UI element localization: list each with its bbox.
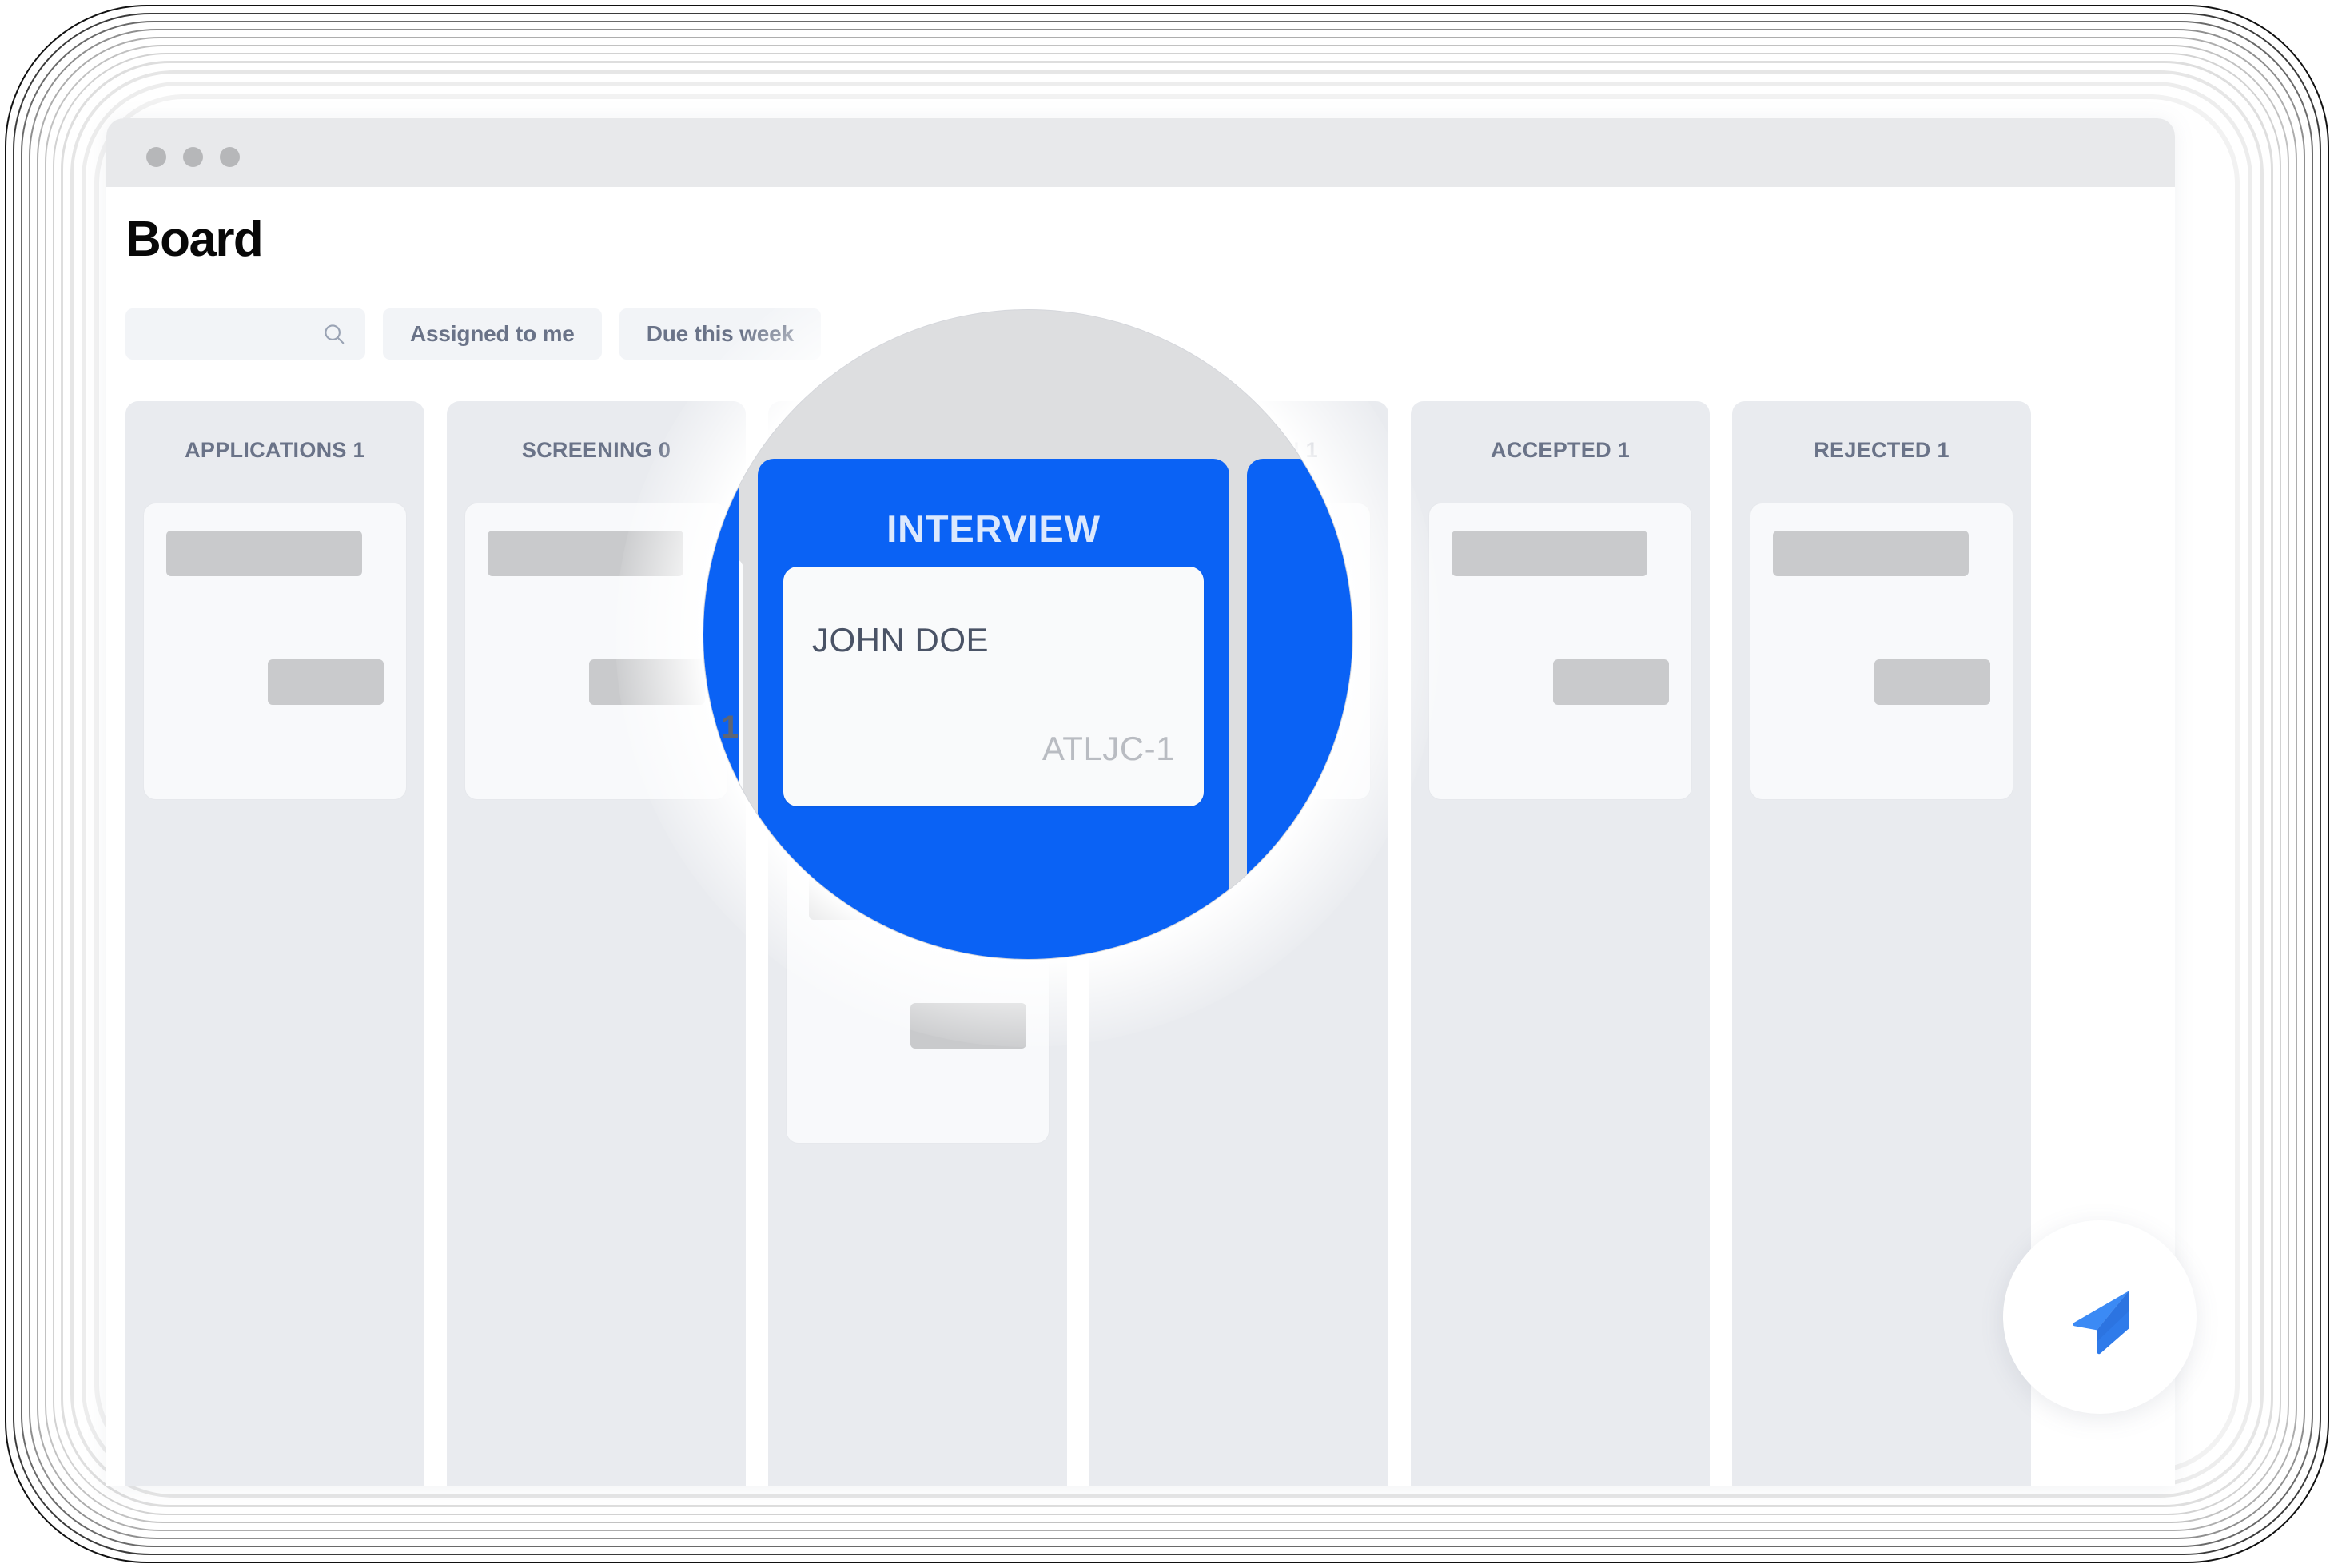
filter-bar: Assigned to me Due this week: [125, 308, 821, 360]
window-titlebar: [106, 118, 2175, 187]
screenshot-stage: Board Assigned to me Due this week APPLI…: [0, 0, 2334, 1568]
browser-window: Board Assigned to me Due this week APPLI…: [106, 118, 2175, 1486]
board-card[interactable]: [1107, 503, 1371, 800]
card-skeleton-key: [268, 659, 384, 705]
board-card[interactable]: [1750, 503, 2013, 800]
send-plane-icon: [2073, 1291, 2129, 1355]
card-skeleton-key: [1232, 659, 1348, 705]
kanban-board: APPLICATIONS 1 SCREENING 0 INTERVIEW 1 E…: [125, 401, 2175, 1486]
column-header-rejected: REJECTED 1: [1814, 438, 1950, 462]
board-column-interview[interactable]: INTERVIEW 1: [768, 401, 1067, 1486]
column-header-applications: APPLICATIONS 1: [185, 438, 365, 462]
search-input[interactable]: [125, 308, 365, 360]
board-column-screening[interactable]: SCREENING 0: [447, 401, 746, 1486]
maximize-icon[interactable]: [220, 147, 240, 167]
search-icon: [325, 324, 345, 344]
card-skeleton-key: [1874, 659, 1990, 705]
minimize-icon[interactable]: [183, 147, 203, 167]
card-skeleton-title: [166, 531, 362, 576]
column-header-evaluation: EVALUATION 1: [1160, 438, 1318, 462]
page-title: Board: [125, 212, 264, 267]
card-skeleton-title: [809, 874, 1005, 920]
card-skeleton-key: [1553, 659, 1669, 705]
column-header-screening: SCREENING 0: [521, 438, 671, 462]
card-skeleton-key: [589, 659, 705, 705]
window-traffic-lights: [146, 147, 240, 167]
board-column-rejected[interactable]: REJECTED 1: [1732, 401, 2031, 1486]
board-column-evaluation[interactable]: EVALUATION 1: [1089, 401, 1388, 1486]
page-content: Board Assigned to me Due this week APPLI…: [106, 187, 2175, 1486]
brand-badge[interactable]: [2003, 1220, 2197, 1414]
board-column-applications[interactable]: APPLICATIONS 1: [125, 401, 424, 1486]
board-card[interactable]: [786, 846, 1050, 1144]
card-skeleton-title: [809, 531, 1005, 576]
board-card[interactable]: [464, 503, 728, 800]
board-card[interactable]: [143, 503, 407, 800]
board-card[interactable]: [786, 503, 1050, 800]
board-card[interactable]: [1428, 503, 1692, 800]
board-column-accepted[interactable]: ACCEPTED 1: [1411, 401, 1710, 1486]
filter-due-this-week[interactable]: Due this week: [619, 308, 821, 360]
card-skeleton-key: [910, 659, 1026, 705]
card-skeleton-title: [1452, 531, 1647, 576]
card-skeleton-key: [910, 1003, 1026, 1049]
card-skeleton-title: [1773, 531, 1969, 576]
filter-assigned-to-me[interactable]: Assigned to me: [383, 308, 602, 360]
column-header-interview: INTERVIEW 1: [847, 438, 988, 462]
card-skeleton-title: [1130, 531, 1326, 576]
card-skeleton-title: [488, 531, 683, 576]
close-icon[interactable]: [146, 147, 166, 167]
column-header-accepted: ACCEPTED 1: [1490, 438, 1631, 462]
